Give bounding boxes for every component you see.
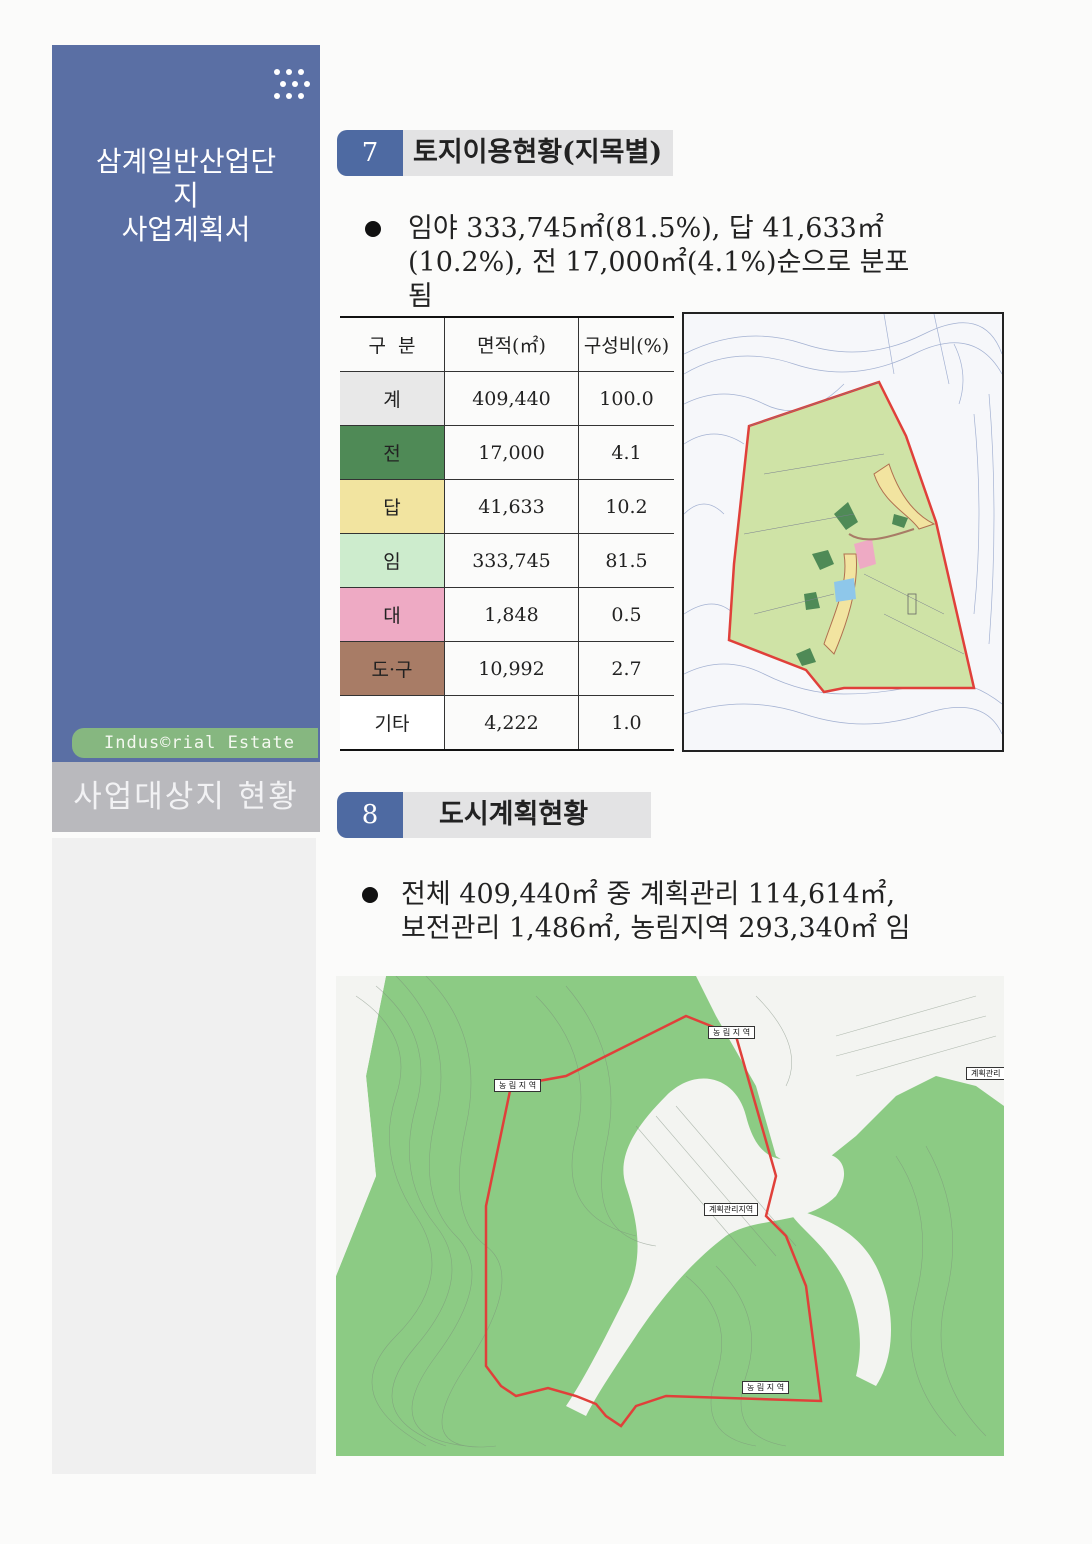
section-number: 8 (337, 792, 403, 838)
area-cell: 10,992 (444, 641, 579, 696)
document-title-line: 삼계일반산업단 (95, 145, 277, 178)
land-category-cell: 기타 (340, 695, 445, 751)
summary-line: 됨 (408, 281, 433, 312)
land-category-cell: 임 (340, 533, 445, 588)
table-row: 임 333,745 81.5 (340, 533, 674, 588)
document-title: 삼계일반산업단 지 사업계획서 (52, 145, 320, 247)
section-title: 토지이용현황(지목별) (403, 130, 673, 176)
ratio-cell: 0.5 (578, 587, 674, 642)
area-cell: 41,633 (444, 479, 579, 534)
document-title-line: 지 (173, 179, 199, 212)
ratio-cell: 2.7 (578, 641, 674, 696)
zoning-label-south: 농 림 지 역 (742, 1381, 790, 1394)
ratio-cell: 10.2 (578, 479, 674, 534)
table-header-row: 구 분 면적(㎡) 구성비(%) (340, 316, 674, 372)
bullet-icon (362, 887, 378, 903)
area-cell: 333,745 (444, 533, 579, 588)
column-header: 구성비(%) (578, 316, 674, 372)
ratio-cell: 81.5 (578, 533, 674, 588)
area-cell: 1,848 (444, 587, 579, 642)
land-category-cell: 계 (340, 371, 445, 426)
ratio-cell: 4.1 (578, 425, 674, 480)
section-number: 7 (337, 130, 403, 176)
zoning-map-drawing (336, 976, 1004, 1456)
section-7-header: 7 토지이용현황(지목별) (337, 130, 673, 176)
land-category-cell: 답 (340, 479, 445, 534)
zoning-label-east: 계획관리 (966, 1067, 1004, 1080)
land-category-cell: 전 (340, 425, 445, 480)
document-title-line: 사업계획서 (121, 213, 251, 246)
table-row: 대 1,848 0.5 (340, 587, 674, 642)
table-row: 계 409,440 100.0 (340, 371, 674, 426)
table-row: 전 17,000 4.1 (340, 425, 674, 480)
area-cell: 4,222 (444, 695, 579, 751)
sidebar-panel: 삼계일반산업단 지 사업계획서 (52, 45, 320, 765)
area-cell: 409,440 (444, 371, 579, 426)
section-8-header: 8 도시계획현황 (337, 792, 661, 838)
ratio-cell: 100.0 (578, 371, 674, 426)
zoning-map: 농 림 지 역 농 림 지 역 계획관리 계획관리지역 농 림 지 역 (336, 976, 1004, 1456)
bullet-icon (365, 221, 381, 237)
chapter-title: 사업대상지 현황 (52, 762, 320, 832)
table-row: 기타 4,222 1.0 (340, 695, 674, 751)
summary-line: (10.2%), 전 17,000㎡(4.1%)순으로 분포 (408, 247, 910, 278)
column-header: 면적(㎡) (444, 316, 579, 372)
zoning-label-west: 농 림 지 역 (494, 1079, 542, 1092)
area-cell: 17,000 (444, 425, 579, 480)
table-row: 도·구 10,992 2.7 (340, 641, 674, 696)
section-title: 도시계획현황 (403, 792, 651, 838)
ratio-cell: 1.0 (578, 695, 674, 751)
sidebar-lower-panel (52, 838, 316, 1474)
industrial-estate-tag: Indus©rial Estate (72, 728, 318, 758)
land-use-map-drawing (684, 314, 1002, 735)
zoning-label-north: 농 림 지 역 (708, 1026, 756, 1039)
land-use-map (682, 312, 1004, 752)
summary-line: 전체 409,440㎡ 중 계획관리 114,614㎡, (401, 879, 896, 910)
land-category-cell: 도·구 (340, 641, 445, 696)
column-header: 구 분 (340, 316, 445, 372)
land-use-table: 구 분 면적(㎡) 구성비(%) 계 409,440 100.0 전 17,00… (340, 316, 674, 751)
section-8-summary: 전체 409,440㎡ 중 계획관리 114,614㎡, 보전관리 1,486㎡… (401, 878, 961, 946)
land-category-cell: 대 (340, 587, 445, 642)
dot-grid-icon (272, 67, 320, 107)
zoning-label-center: 계획관리지역 (704, 1203, 759, 1216)
section-7-summary: 임야 333,745㎡(81.5%), 답 41,633㎡ (10.2%), 전… (408, 212, 968, 314)
summary-line: 보전관리 1,486㎡, 농림지역 293,340㎡ 임 (401, 913, 911, 944)
table-row: 답 41,633 10.2 (340, 479, 674, 534)
summary-line: 임야 333,745㎡(81.5%), 답 41,633㎡ (408, 213, 884, 244)
